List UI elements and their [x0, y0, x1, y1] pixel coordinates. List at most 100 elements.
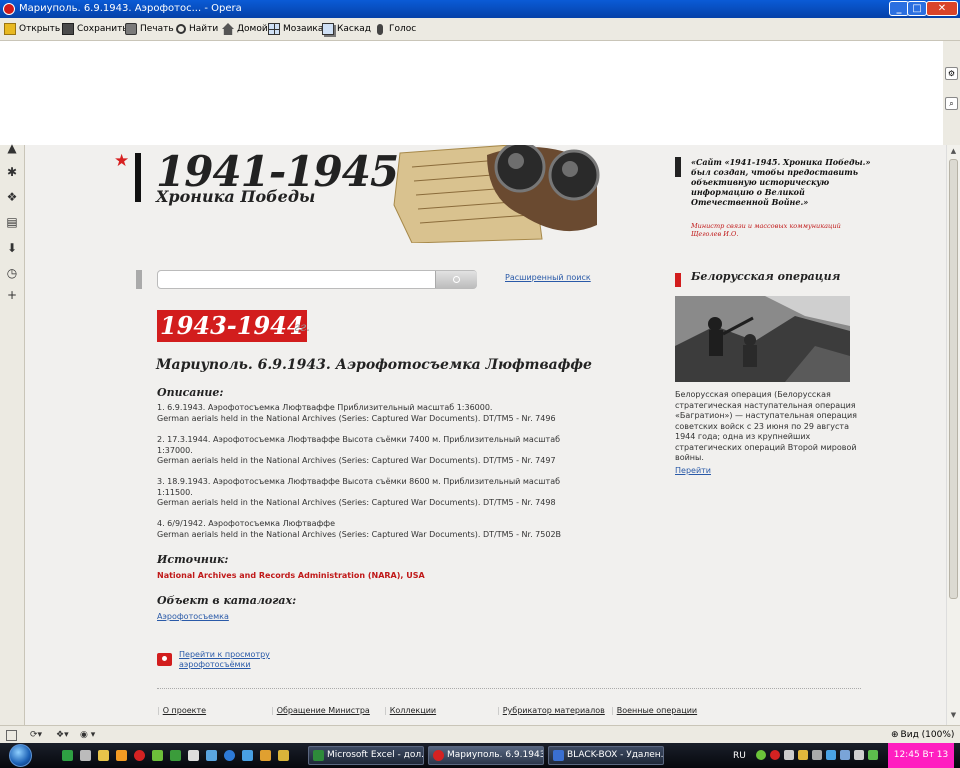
view-aerial-link[interactable]: Перейти к просмотру аэрофотосъёмки — [179, 650, 289, 670]
unite-button[interactable]: ❖▾ — [56, 729, 69, 741]
side-panel-strip: ⚙ ⌕ — [943, 41, 960, 145]
gear-icon[interactable]: ⚙ — [945, 67, 958, 80]
save-button[interactable]: Сохранить — [62, 22, 128, 36]
language-indicator[interactable]: RU — [733, 751, 746, 761]
home-icon — [222, 23, 234, 35]
share-icon[interactable]: ❖ — [5, 190, 19, 204]
tray-icon[interactable] — [812, 750, 822, 760]
maximize-button[interactable]: □ — [907, 1, 927, 16]
print-button[interactable]: Печать — [125, 22, 174, 36]
folder-icon — [4, 23, 16, 35]
star-icon: ★ — [114, 151, 130, 171]
quicklaunch-icon[interactable] — [62, 750, 73, 761]
battle-photo[interactable] — [675, 296, 850, 382]
quicklaunch-icon[interactable] — [80, 750, 91, 761]
home-button[interactable]: Домой — [222, 22, 268, 36]
ie-icon[interactable] — [224, 750, 235, 761]
scrollbar-thumb[interactable] — [949, 159, 958, 599]
start-button[interactable] — [0, 743, 44, 768]
notes-icon[interactable]: ▤ — [5, 215, 19, 229]
window-title: Мариуполь. 6.9.1943. Аэрофотос... - Oper… — [19, 3, 242, 14]
windows-taskbar: Microsoft Excel - дол... Мариуполь. 6.9.… — [0, 743, 960, 768]
cascade-button[interactable]: Каскад — [322, 22, 371, 36]
site-subtitle[interactable]: Хроника Победы — [156, 187, 315, 206]
quicklaunch-icon[interactable] — [98, 750, 109, 761]
turbo-button[interactable]: ◉ ▾ — [80, 729, 95, 741]
tray-icon[interactable] — [826, 750, 836, 760]
scroll-up-arrow[interactable]: ▲ — [949, 147, 958, 157]
network-icon: ❖▾ — [56, 730, 69, 740]
footer-link-minister[interactable]: Обращение Министра — [271, 706, 370, 715]
description-item: 2. 17.3.1944. Аэрофотосъемка Люфтваффе В… — [157, 435, 561, 465]
task-remote[interactable]: BLACK-BOX - Удален... — [548, 746, 664, 765]
year-range-suffix: гг. — [294, 320, 310, 334]
search-button[interactable] — [435, 271, 477, 288]
footer-link-rubricator[interactable]: Рубрикатор материалов — [497, 706, 605, 715]
printer-icon — [125, 23, 137, 35]
page-scrollbar[interactable]: ▲ ▼ — [946, 145, 960, 725]
tray-icon[interactable] — [784, 750, 794, 760]
quicklaunch-icon[interactable] — [152, 750, 163, 761]
sync-button[interactable]: ⟳▾ — [30, 729, 42, 741]
opera-icon[interactable] — [134, 750, 145, 761]
search-input[interactable] — [157, 270, 477, 289]
quicklaunch-icon[interactable] — [188, 750, 199, 761]
open-button[interactable]: Открыть — [4, 22, 60, 36]
tray-icon[interactable] — [756, 750, 766, 760]
header-documents-image — [393, 145, 600, 243]
tray-icon[interactable] — [798, 750, 808, 760]
download-icon[interactable]: ⬇ — [5, 241, 19, 255]
site-quote: «Сайт «1941-1945. Хроника Победы.» был с… — [691, 157, 871, 207]
quicklaunch-icon[interactable] — [278, 750, 289, 761]
quicklaunch-icon[interactable] — [260, 750, 271, 761]
view-photo-icon[interactable] — [157, 653, 172, 666]
quicklaunch-icon[interactable] — [242, 750, 253, 761]
zoom-control[interactable]: ⊕ Вид (100%) — [891, 730, 954, 740]
status-bar: ⟳▾ ❖▾ ◉ ▾ ⊕ Вид (100%) — [0, 725, 960, 744]
sidebar-title[interactable]: Белорусская операция — [691, 270, 840, 283]
task-excel[interactable]: Microsoft Excel - дол... — [308, 746, 424, 765]
footer-divider — [157, 688, 861, 689]
task-opera[interactable]: Мариуполь. 6.9.1943.... — [428, 746, 544, 765]
footer-link-about[interactable]: О проекте — [157, 706, 206, 715]
history-icon[interactable]: ◷ — [5, 266, 19, 280]
zoom-icon[interactable]: ⌕ — [945, 97, 958, 110]
mosaic-button[interactable]: Мозаика — [268, 22, 323, 36]
quicklaunch-icon[interactable] — [206, 750, 217, 761]
year-range-badge[interactable]: 1943-1944 — [157, 310, 307, 342]
tray-opera-icon[interactable] — [770, 750, 780, 760]
sidebar-link[interactable]: Перейти — [675, 466, 711, 475]
catalog-link[interactable]: Аэрофотосъемка — [157, 612, 229, 621]
window-titlebar[interactable]: Мариуполь. 6.9.1943. Аэрофотос... - Oper… — [0, 0, 960, 18]
minimize-button[interactable]: _ — [889, 1, 909, 16]
opera-icon — [433, 750, 444, 761]
search-marker — [136, 270, 142, 289]
quicklaunch-icon[interactable] — [116, 750, 127, 761]
quicklaunch-icon[interactable] — [170, 750, 181, 761]
remote-desktop-icon — [553, 750, 564, 761]
cascade-icon — [322, 23, 334, 35]
find-button[interactable]: Найти — [176, 22, 218, 36]
tray-icon[interactable] — [854, 750, 864, 760]
close-button[interactable]: ✕ — [926, 1, 958, 16]
tray-icon[interactable] — [868, 750, 878, 760]
sidebar-text: Белорусская операция (Белорусская страте… — [675, 390, 857, 462]
opera-icon — [3, 3, 15, 15]
panel-toggle[interactable] — [6, 729, 17, 741]
scroll-down-arrow[interactable]: ▼ — [949, 711, 958, 721]
excel-icon — [313, 750, 324, 761]
search-icon — [453, 276, 460, 283]
contacts-icon[interactable]: ▲ — [5, 141, 19, 155]
voice-button[interactable]: Голос — [374, 22, 416, 36]
source-heading: Источник: — [157, 553, 229, 566]
sidebar-marker — [675, 273, 681, 287]
description-item: 1. 6.9.1943. Аэрофотосъемка Люфтваффе Пр… — [157, 403, 556, 423]
network-icon[interactable] — [840, 750, 850, 760]
description-item: 4. 6/9/1942. Аэрофотосъемка Люфтваффе Ge… — [157, 519, 562, 539]
footer-link-operations[interactable]: Военные операции — [611, 706, 697, 715]
footer-link-collections[interactable]: Коллекции — [384, 706, 436, 715]
add-icon[interactable]: + — [5, 288, 19, 302]
advanced-search-link[interactable]: Расширенный поиск — [505, 273, 591, 282]
settings-icon[interactable]: ✱ — [5, 165, 19, 179]
system-clock[interactable]: 12:45 Вт 13 — [888, 743, 954, 768]
